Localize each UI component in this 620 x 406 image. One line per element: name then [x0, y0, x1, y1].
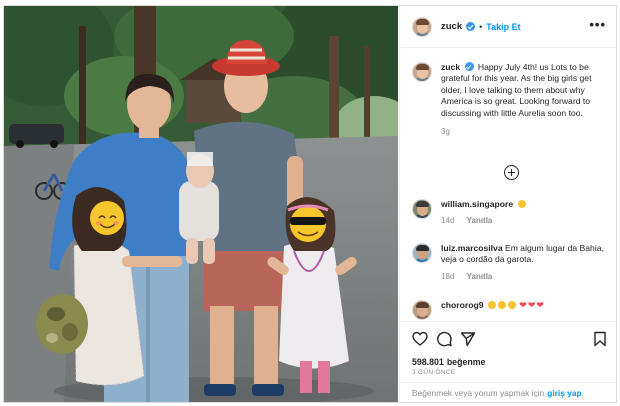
comment-age: 14d [441, 216, 455, 226]
comment-username[interactable]: luiz.marcosilva [441, 243, 503, 253]
post-header: zuck • Takip Et ••• [400, 6, 616, 48]
red-heart-emoji-icon: ❤ [519, 300, 527, 310]
comment-bubble-icon[interactable] [436, 331, 452, 347]
caption-author-avatar[interactable] [412, 62, 432, 82]
comment-item: william.singapore 14d Yanıtla [412, 199, 612, 225]
grinning-face-emoji-icon [487, 301, 496, 309]
family-photo-illustration [4, 6, 398, 402]
login-link[interactable]: giriş yap [547, 388, 581, 398]
login-prompt-suffix: . [581, 388, 584, 398]
likes-number: 598.801 [412, 357, 444, 367]
caption-age: 3g [441, 127, 450, 137]
likes-count[interactable]: 598.801 beğenme [412, 357, 485, 367]
login-prompt-text: Beğenmek veya yorum yapmak için [412, 388, 545, 398]
heart-icon[interactable] [412, 331, 428, 347]
header-separator: • [479, 21, 483, 32]
caption-username[interactable]: zuck [441, 62, 460, 72]
bookmark-icon[interactable] [592, 331, 608, 347]
comment-item: chororog9 ❤❤❤ [412, 300, 612, 320]
comment-username[interactable]: chororog9 [441, 300, 484, 310]
commenter-avatar[interactable] [412, 243, 432, 263]
verified-badge-icon [466, 22, 476, 31]
commenter-avatar[interactable] [412, 300, 432, 320]
verified-badge-icon [464, 62, 474, 71]
reply-button[interactable]: Yanıtla [467, 216, 493, 225]
clapping-hands-emoji-icon [517, 200, 526, 208]
comments-section[interactable]: zuck Happy July 4th! us Lots to be grate… [400, 49, 616, 321]
post-actions: 598.801 beğenme 3 GÜN ÖNCE Beğenmek veya … [400, 321, 616, 402]
post-side-panel: zuck • Takip Et ••• zuck Happy July 4th!… [399, 6, 616, 402]
post-timestamp: 3 GÜN ÖNCE [412, 369, 456, 376]
author-avatar[interactable] [412, 16, 432, 37]
comment-age: 18d [441, 271, 455, 281]
red-heart-emoji-icon: ❤ [527, 300, 536, 310]
post-photo[interactable] [4, 6, 398, 402]
author-username[interactable]: zuck [441, 21, 462, 32]
instagram-post-embed: zuck • Takip Et ••• zuck Happy July 4th!… [3, 5, 617, 403]
grinning-face-emoji-icon [507, 301, 516, 309]
commenter-avatar[interactable] [412, 199, 432, 219]
plus-circle-icon[interactable] [504, 165, 519, 180]
caption-text: Happy July 4th! us Lots to be grateful f… [441, 62, 592, 118]
likes-label: beğenme [446, 357, 486, 367]
more-options-icon[interactable]: ••• [589, 18, 606, 31]
red-heart-emoji-icon: ❤ [536, 300, 544, 310]
reply-button[interactable]: Yanıtla [467, 272, 493, 281]
comment-username[interactable]: william.singapore [441, 199, 513, 209]
paper-plane-icon[interactable] [460, 331, 476, 347]
follow-button[interactable]: Takip Et [486, 22, 520, 32]
comment-item: luiz.marcosilva Em algum lugar da Bahia,… [412, 243, 612, 281]
post-caption: zuck Happy July 4th! us Lots to be grate… [412, 62, 612, 136]
login-prompt: Beğenmek veya yorum yapmak için giriş ya… [400, 382, 616, 402]
grinning-face-emoji-icon [497, 301, 506, 309]
